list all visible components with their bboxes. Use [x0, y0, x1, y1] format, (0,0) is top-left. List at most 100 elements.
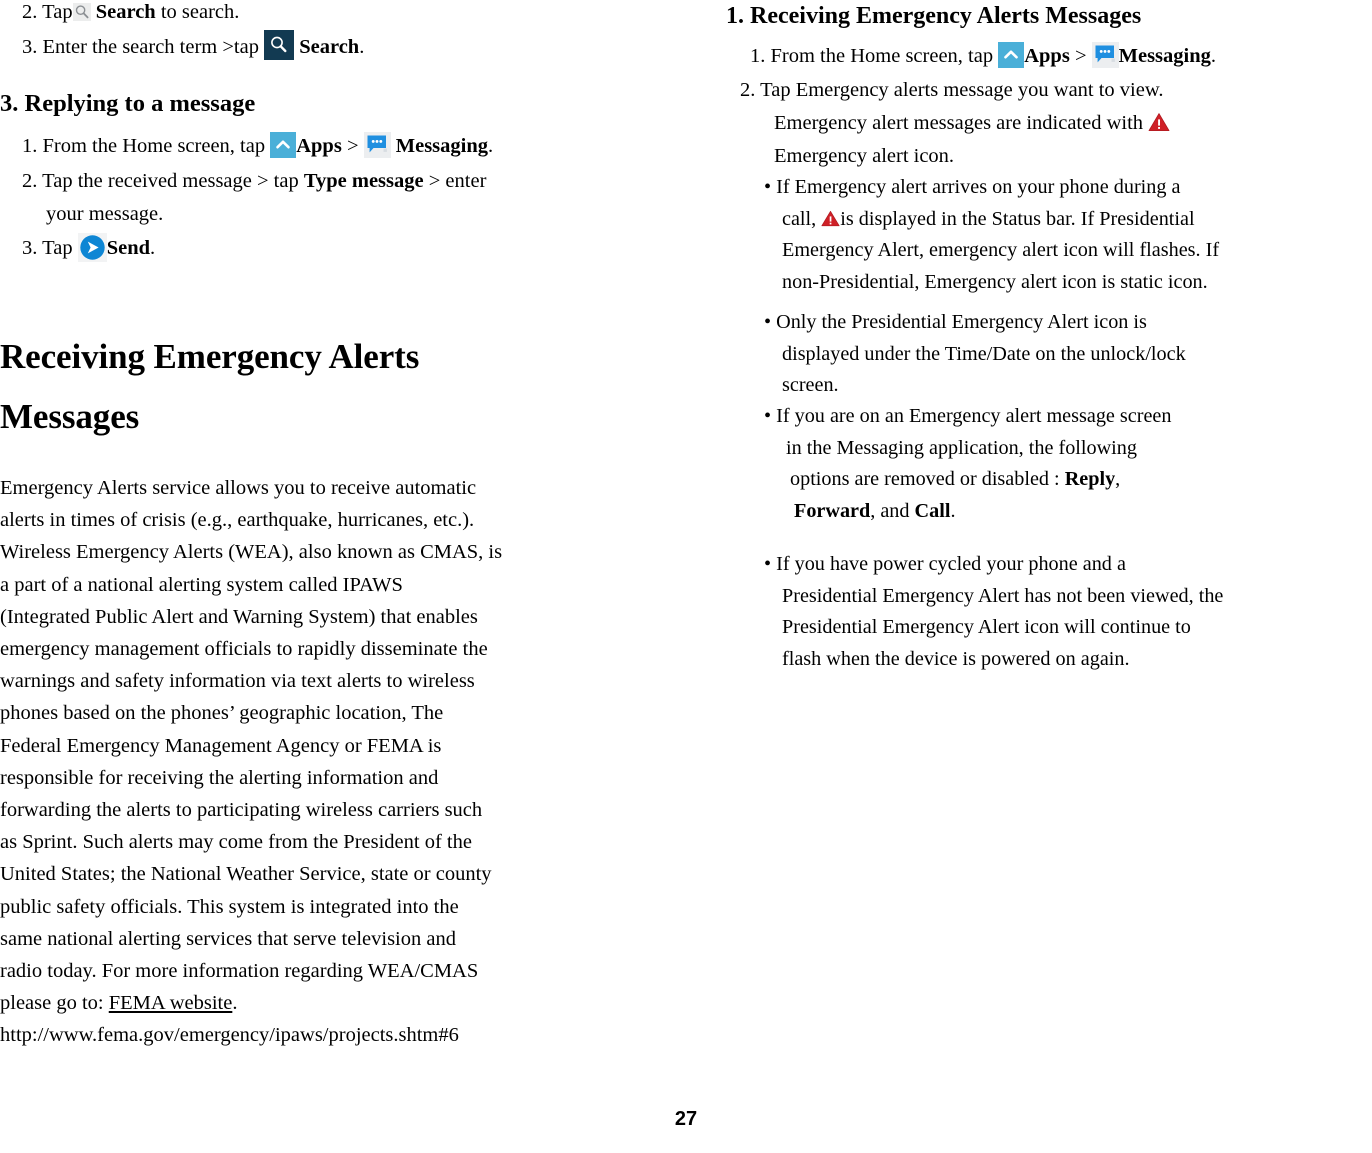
page-number: 27: [674, 1108, 698, 1130]
option-label-reply: Reply: [1064, 468, 1116, 490]
fema-website-link[interactable]: FEMA website: [109, 992, 233, 1014]
step-bold-label-type-message: Type message: [303, 170, 424, 192]
step-text-tail: .: [488, 135, 494, 157]
bullet-line-4: non-Presidential, Emergency alert icon i…: [782, 270, 1208, 293]
step-separator: >: [346, 135, 359, 157]
messaging-icon[interactable]: [363, 132, 391, 158]
search-icon-gray[interactable]: [72, 3, 91, 21]
bullet-line-2: in the Messaging application, the follow…: [786, 436, 1137, 459]
bullet-line-1: • If Emergency alert arrives on your pho…: [764, 172, 1372, 204]
document-page: 2. Tap Search to search. 3. Enter the se…: [0, 0, 1372, 1153]
list-item-bullet-3: • If you are on an Emergency alert messa…: [764, 401, 1372, 527]
step-bold-label: Search: [95, 1, 156, 23]
bullet-text: If Emergency alert arrives on your phone…: [776, 176, 1181, 198]
step-bold-label: Search: [299, 36, 360, 58]
step-number: 2.: [740, 79, 756, 101]
messaging-icon[interactable]: [1091, 42, 1119, 68]
apps-icon[interactable]: [998, 42, 1025, 68]
step-number: 2.: [22, 1, 38, 23]
body-line: United States; the National Weather Serv…: [0, 863, 492, 886]
body-line: forwarding the alerts to participating w…: [0, 799, 483, 822]
list-item-replying-step-1: 1. From the Home screen, tap Apps > Mess…: [22, 130, 682, 163]
bullet-text: Only the Presidential Emergency Alert ic…: [776, 311, 1147, 333]
body-line: same national alerting services that ser…: [0, 927, 456, 950]
body-line: Wireless Emergency Alerts (WEA), also kn…: [0, 541, 503, 564]
list-item-bullet-1: • If Emergency alert arrives on your pho…: [764, 172, 1372, 298]
bullet-text-tail: ,: [1115, 468, 1121, 490]
step-bold-label-apps: Apps: [1024, 45, 1070, 67]
step-bold-label-messaging: Messaging: [1118, 45, 1211, 67]
list-item-search-step-3: 3. Enter the search term >tap Search.: [22, 30, 682, 64]
step-bold-label-apps: Apps: [296, 135, 342, 157]
step-number: 3.: [22, 237, 38, 259]
step-text: From the Home screen, tap: [42, 135, 266, 157]
option-label-call: Call: [914, 499, 951, 522]
bullet-text: If you have power cycled your phone and …: [776, 553, 1126, 575]
body-line: responsible for receiving the alerting i…: [0, 766, 439, 789]
step-text: From the Home screen, tap: [770, 45, 994, 67]
bullet-line-3: Presidential Emergency Alert icon will c…: [782, 616, 1191, 638]
apps-icon[interactable]: [270, 132, 297, 158]
list-item-replying-step-2: 2. Tap the received message > tap Type m…: [22, 165, 682, 231]
step-text: Enter the search term >tap: [42, 36, 259, 58]
step-text-tail: > enter: [428, 170, 487, 192]
send-icon[interactable]: [77, 233, 107, 262]
page-title-line-2: Messages: [0, 397, 140, 436]
page-title: Receiving Emergency Alerts Messages: [0, 327, 690, 447]
bullet-marker: •: [764, 311, 772, 333]
body-line: emergency management officials to rapidl…: [0, 638, 488, 661]
list-item-bullet-2: • Only the Presidential Emergency Alert …: [764, 307, 1372, 402]
step-text: Tap the received message > tap: [42, 170, 299, 192]
step-separator: >: [1074, 45, 1087, 67]
fema-url[interactable]: http://www.fema.gov/emergency/ipaws/proj…: [0, 1019, 690, 1051]
bullet-text: call,: [782, 207, 817, 230]
bullet-marker: •: [764, 405, 772, 427]
body-line-with-link: please go to: FEMA website.: [0, 987, 690, 1019]
step-text-wrapped: your message.: [46, 203, 164, 225]
bullet-marker: •: [764, 553, 772, 575]
warning-triangle-icon: [821, 210, 840, 227]
step-text: Emergency alert messages are indicated w…: [774, 112, 1144, 134]
step-text-tail: to search.: [160, 1, 240, 23]
list-item-alerts-step-2: 2. Tap Emergency alerts message you want…: [740, 74, 1372, 173]
body-line: as Sprint. Such alerts may come from the…: [0, 831, 472, 854]
bullet-text: , and: [870, 499, 915, 522]
body-line: a part of a national alerting system cal…: [0, 573, 403, 596]
body-line: radio today. For more information regard…: [0, 960, 479, 983]
bullet-line-3: screen.: [782, 374, 839, 396]
section-heading-receiving-alerts: 1. Receiving Emergency Alerts Messages: [726, 3, 1142, 29]
option-label-forward: Forward: [794, 499, 871, 522]
body-line: warnings and safety information via text…: [0, 670, 475, 693]
bullet-text: options are removed or disabled :: [790, 468, 1065, 490]
body-line-suffix: .: [232, 992, 238, 1015]
step-number: 1.: [22, 135, 38, 157]
body-line: public safety officials. This system is …: [0, 895, 459, 918]
bullet-line-4: Forward, and Call.: [764, 496, 1372, 528]
body-paragraph: Emergency Alerts service allows you to r…: [0, 472, 690, 1052]
body-line-prefix: please go to:: [0, 992, 109, 1015]
step-number: 1.: [750, 45, 766, 67]
step-text: Tap: [42, 237, 73, 259]
body-line: Federal Emergency Management Agency or F…: [0, 734, 442, 757]
step-text-tail: .: [1210, 45, 1216, 67]
search-icon-navy[interactable]: [264, 30, 295, 60]
list-item-bullet-4: • If you have power cycled your phone an…: [764, 549, 1372, 675]
body-line: (Integrated Public Alert and Warning Sys…: [0, 605, 478, 628]
page-title-line-1: Receiving Emergency Alerts: [0, 337, 420, 376]
step-text: Tap: [42, 1, 73, 23]
step-bold-label-messaging: Messaging: [395, 135, 488, 157]
list-item-replying-step-3: 3. Tap Send.: [22, 232, 682, 265]
bullet-line-2: displayed under the Time/Date on the unl…: [782, 342, 1186, 365]
bullet-line-3: options are removed or disabled : Reply,: [764, 464, 1372, 496]
warning-triangle-icon: [1148, 112, 1170, 132]
bullet-line-1: • Only the Presidential Emergency Alert …: [764, 307, 1372, 339]
bullet-text: If you are on an Emergency alert message…: [776, 405, 1172, 427]
section-heading-replying: 3. Replying to a message: [0, 90, 256, 117]
body-line: phones based on the phones’ geographic l…: [0, 702, 444, 725]
bullet-line-2: Presidential Emergency Alert has not bee…: [782, 584, 1224, 607]
step-number: 3.: [22, 36, 38, 58]
bullet-text-tail: is displayed in the Status bar. If Presi…: [840, 207, 1195, 230]
step-line-1: 2. Tap Emergency alerts message you want…: [740, 74, 1372, 107]
list-item-alerts-step-1: 1. From the Home screen, tap Apps > Mess…: [750, 40, 1372, 73]
bullet-line-3: Emergency Alert, emergency alert icon wi…: [782, 239, 1220, 261]
